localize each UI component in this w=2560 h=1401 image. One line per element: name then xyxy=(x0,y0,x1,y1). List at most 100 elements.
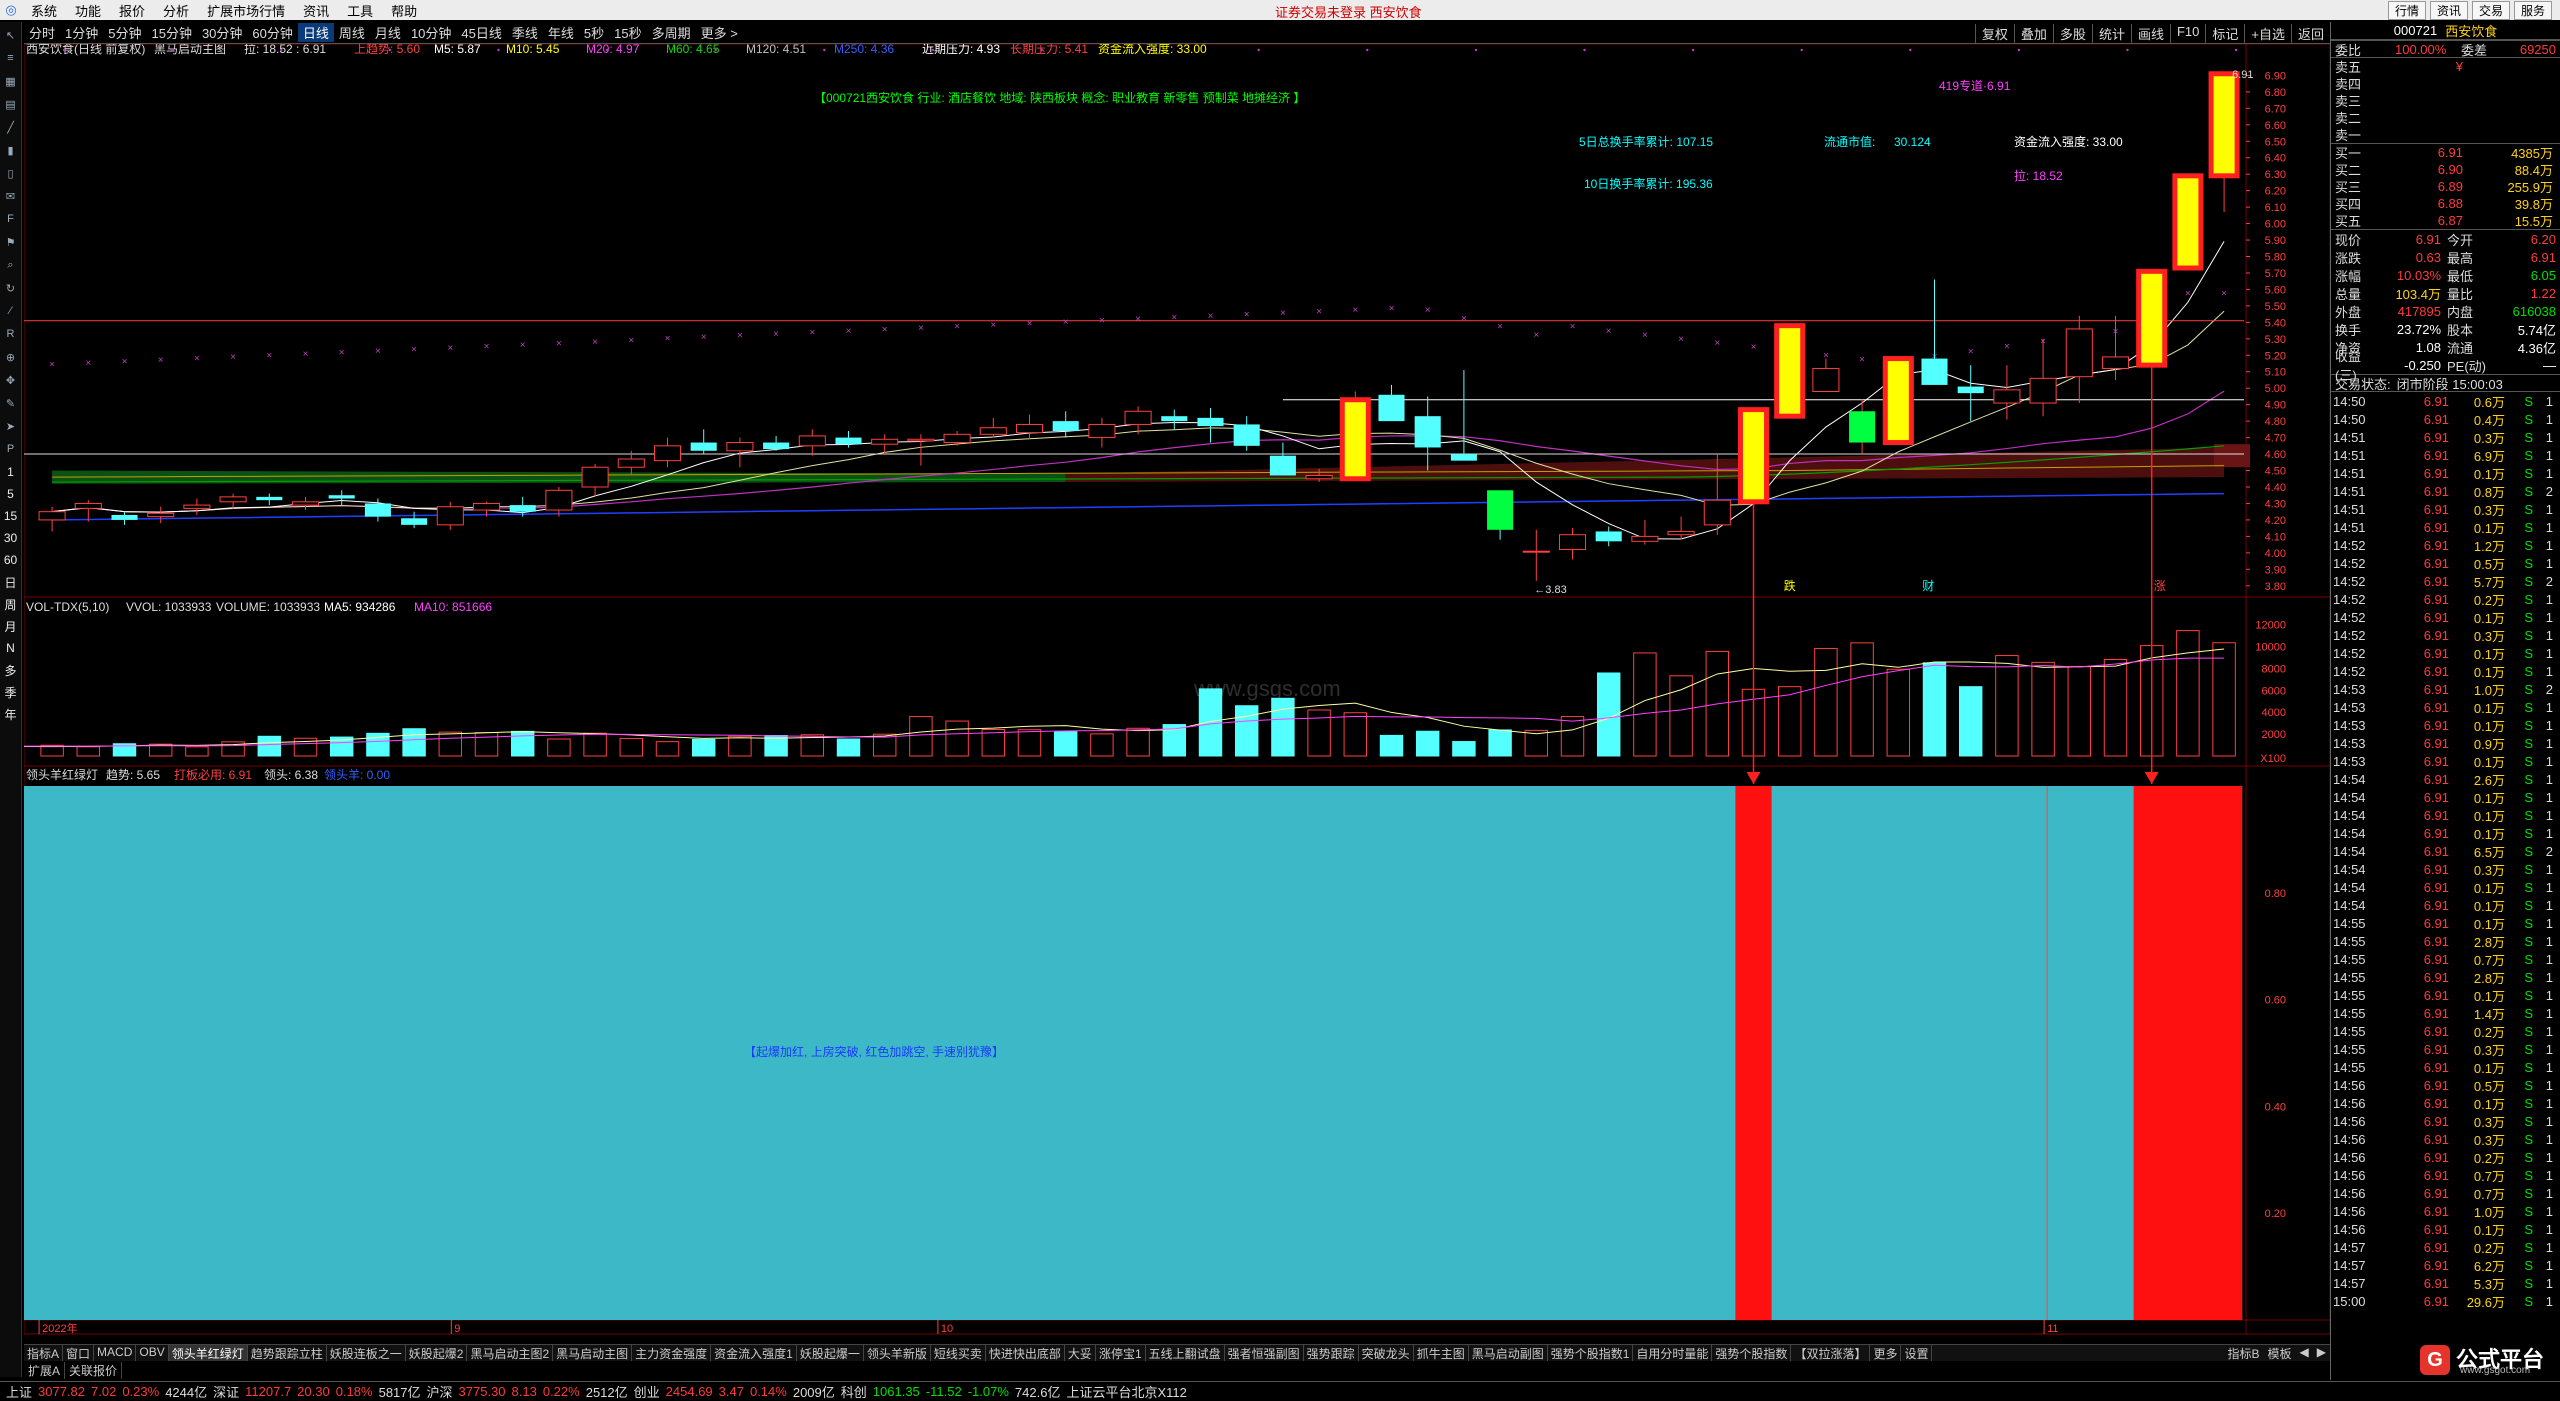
indicator-tab-26[interactable]: 强势个股指数 xyxy=(1712,1345,1792,1361)
indicator-right-3[interactable]: ▶ xyxy=(2313,1345,2330,1361)
f10-icon[interactable]: F xyxy=(2,209,20,229)
flag-icon[interactable]: ⚑ xyxy=(2,232,20,252)
chart-area[interactable]: 西安饮食(日线 前复权) 黑马启动主图 拉: 18.52 : 6.91 上趋势: 5.… xyxy=(0,41,2331,1335)
period-tab-12[interactable]: 年线 xyxy=(543,23,579,42)
period-tab-11[interactable]: 季线 xyxy=(507,23,543,42)
period-tab-0[interactable]: 分时 xyxy=(24,23,60,42)
menu-right-button-1[interactable]: 资讯 xyxy=(2429,1,2468,20)
move-icon[interactable]: ✥ xyxy=(2,370,20,390)
period-tab-4[interactable]: 30分钟 xyxy=(197,23,247,42)
period-tab-7[interactable]: 周线 xyxy=(334,23,370,42)
cycle-1[interactable]: 5 xyxy=(2,485,20,503)
cycle-7[interactable]: 月 xyxy=(2,617,20,635)
indicator-tab-21[interactable]: 突破龙头 xyxy=(1359,1345,1414,1361)
indicator-tab-2[interactable]: MACD xyxy=(94,1345,137,1361)
rsi-icon[interactable]: R xyxy=(2,324,20,344)
indicator-tab-11[interactable]: 资金流入强度1 xyxy=(711,1345,797,1361)
extend-tab-0[interactable]: 扩展A xyxy=(24,1361,66,1379)
indicator-tab-0[interactable]: 指标A xyxy=(24,1345,64,1361)
indicator-tab-9[interactable]: 黑马启动主图 xyxy=(553,1345,633,1361)
cycle-5[interactable]: 日 xyxy=(2,573,20,591)
period-tab-10[interactable]: 45日线 xyxy=(456,23,506,42)
period-tab-16[interactable]: 更多 > xyxy=(696,23,743,42)
period-right-0[interactable]: 复权 xyxy=(1974,24,2014,43)
indicator-tab-17[interactable]: 涨停宝1 xyxy=(1096,1345,1146,1361)
indicator-tab-19[interactable]: 强者恒强副图 xyxy=(1225,1345,1304,1361)
indicator-tab-15[interactable]: 快进快出底部 xyxy=(986,1345,1065,1361)
period-tab-13[interactable]: 5秒 xyxy=(579,23,609,42)
indicator-tab-20[interactable]: 强势跟踪 xyxy=(1304,1345,1359,1361)
period-tab-8[interactable]: 月线 xyxy=(370,23,406,42)
period-right-3[interactable]: 统计 xyxy=(2091,24,2131,43)
table-icon[interactable]: ▤ xyxy=(2,94,20,114)
menu-item-7[interactable]: 帮助 xyxy=(382,1,426,20)
indicator-tab-4[interactable]: 领头羊红绿灯 xyxy=(168,1345,248,1361)
cursor-icon[interactable]: ↖ xyxy=(2,25,20,45)
cycle-9[interactable]: 多 xyxy=(2,661,20,679)
period-right-8[interactable]: 返回 xyxy=(2290,24,2330,43)
period-tab-15[interactable]: 多周期 xyxy=(647,23,696,42)
pointer-icon[interactable]: ➤ xyxy=(2,416,20,436)
menu-right-button-2[interactable]: 交易 xyxy=(2471,1,2510,20)
menu-item-5[interactable]: 资讯 xyxy=(294,1,338,20)
indicator-tab-25[interactable]: 自用分时量能 xyxy=(1633,1345,1713,1361)
menu-item-6[interactable]: 工具 xyxy=(338,1,382,20)
cycle-3[interactable]: 30 xyxy=(2,529,20,547)
period-tab-9[interactable]: 10分钟 xyxy=(406,23,456,42)
period-right-6[interactable]: 标记 xyxy=(2205,24,2244,43)
cycle-8[interactable]: N xyxy=(2,639,20,657)
indicator-right-0[interactable]: 指标B xyxy=(2224,1345,2264,1361)
menu-item-1[interactable]: 功能 xyxy=(66,1,110,20)
pen-icon[interactable]: ✎ xyxy=(2,393,20,413)
period-tab-1[interactable]: 1分钟 xyxy=(60,23,103,42)
menu-item-4[interactable]: 扩展市场行情 xyxy=(198,1,294,20)
period-tab-3[interactable]: 15分钟 xyxy=(146,23,196,42)
grid-icon[interactable]: ▦ xyxy=(2,71,20,91)
indicator-tab-22[interactable]: 抓牛主图 xyxy=(1414,1345,1469,1361)
menu-right-button-0[interactable]: 行情 xyxy=(2387,1,2426,20)
zoom-icon[interactable]: ⊕ xyxy=(2,347,20,367)
indicator-tab-3[interactable]: OBV xyxy=(136,1345,169,1361)
indicator-tab-1[interactable]: 窗口 xyxy=(63,1345,95,1361)
cycle-4[interactable]: 60 xyxy=(2,551,20,569)
list-icon[interactable]: ≡ xyxy=(2,48,20,68)
period-right-5[interactable]: F10 xyxy=(2169,24,2205,43)
chart-icon[interactable]: ╱ xyxy=(2,117,20,137)
period-right-4[interactable]: 画线 xyxy=(2130,24,2170,43)
menu-right-button-3[interactable]: 服务 xyxy=(2513,1,2552,20)
bars-icon[interactable]: ▯ xyxy=(2,163,20,183)
indicator-tab-8[interactable]: 黑马启动主图2 xyxy=(467,1345,554,1361)
period-tab-2[interactable]: 5分钟 xyxy=(103,23,146,42)
indicator-tab-5[interactable]: 趋势跟踪立柱 xyxy=(248,1345,327,1361)
indicator-tab-18[interactable]: 五线上翻试盘 xyxy=(1146,1345,1225,1361)
period-right-7[interactable]: +自选 xyxy=(2244,24,2291,43)
cycle-6[interactable]: 周 xyxy=(2,595,20,613)
indicator-tab-27[interactable]: 【双拉涨落】 xyxy=(1791,1345,1871,1361)
indicator-right-1[interactable]: 模板 xyxy=(2264,1345,2296,1361)
ps-icon[interactable]: P xyxy=(2,439,20,459)
period-right-1[interactable]: 叠加 xyxy=(2013,24,2053,43)
extend-tab-1[interactable]: 关联报价 xyxy=(65,1361,123,1379)
cycle-2[interactable]: 15 xyxy=(2,507,20,525)
indicator-tab-12[interactable]: 妖股起爆一 xyxy=(797,1345,864,1361)
cycle-11[interactable]: 年 xyxy=(2,705,20,723)
refresh-icon[interactable]: ↻ xyxy=(2,278,20,298)
indicator-tab-29[interactable]: 设置 xyxy=(1901,1345,1933,1361)
indicator-tab-6[interactable]: 妖股连板之一 xyxy=(327,1345,406,1361)
period-tab-6[interactable]: 日线 xyxy=(297,23,334,42)
indicator-tab-7[interactable]: 妖股起爆2 xyxy=(406,1345,468,1361)
indicator-tab-13[interactable]: 领头羊新版 xyxy=(864,1345,931,1361)
cycle-10[interactable]: 季 xyxy=(2,683,20,701)
tick-list[interactable]: 14:50 6.91 0.6万 S 1 14:50 6.91 0.4万 S 1 14:51 6.91 0… xyxy=(2331,392,2560,1310)
menu-item-2[interactable]: 报价 xyxy=(110,1,154,20)
indicator-tab-10[interactable]: 主力资金强度 xyxy=(632,1345,712,1361)
line-icon[interactable]: ⁄ xyxy=(2,301,20,321)
menu-item-0[interactable]: 系统 xyxy=(22,1,66,20)
period-tab-14[interactable]: 15秒 xyxy=(609,23,646,42)
cycle-0[interactable]: 1 xyxy=(2,463,20,481)
indicator-tab-24[interactable]: 强势个股指数1 xyxy=(1548,1345,1634,1361)
indicator-tab-23[interactable]: 黑马启动副图 xyxy=(1469,1345,1548,1361)
indicator-tab-28[interactable]: 更多 xyxy=(1870,1345,1902,1361)
candle-icon[interactable]: ▮ xyxy=(2,140,20,160)
indicator-tab-14[interactable]: 短线买卖 xyxy=(931,1345,986,1361)
